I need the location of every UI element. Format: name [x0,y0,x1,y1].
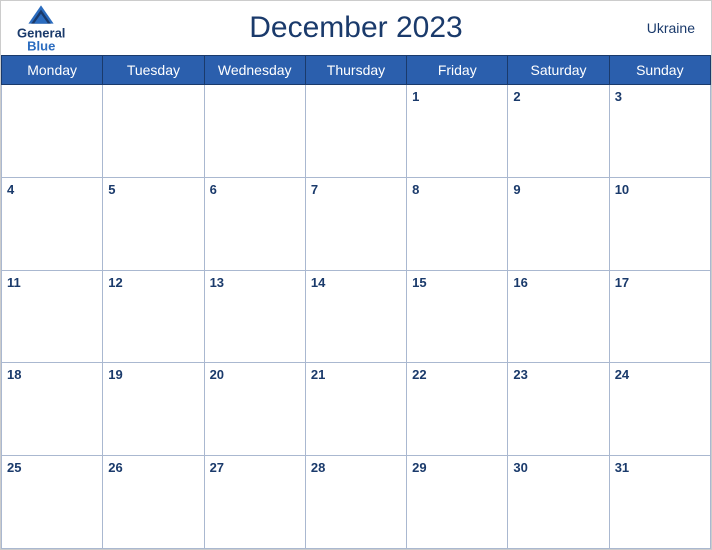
day-number-17: 17 [615,275,629,290]
logo-area: General Blue [17,4,65,53]
cell-week1-day6: 2 [508,85,609,178]
cell-week5-day3: 27 [204,456,305,549]
cell-week3-day7: 17 [609,270,710,363]
cell-week2-day5: 8 [407,177,508,270]
calendar-table: Monday Tuesday Wednesday Thursday Friday… [1,55,711,549]
cell-week3-day4: 14 [305,270,406,363]
cell-week1-day3 [204,85,305,178]
day-number-23: 23 [513,367,527,382]
day-number-16: 16 [513,275,527,290]
day-number-9: 9 [513,182,520,197]
cell-week4-day4: 21 [305,363,406,456]
week-row-5: 25 26 27 28 29 30 31 [2,456,711,549]
calendar-body: 1234567891011121314151617181920212223242… [2,85,711,549]
day-number-12: 12 [108,275,122,290]
cell-week1-day4 [305,85,406,178]
header-friday: Friday [407,56,508,85]
day-number-22: 22 [412,367,426,382]
logo-icon [27,4,55,26]
header-sunday: Sunday [609,56,710,85]
weekday-header-row: Monday Tuesday Wednesday Thursday Friday… [2,56,711,85]
day-number-1: 1 [412,89,419,104]
cell-week1-day2 [103,85,204,178]
cell-week5-day5: 29 [407,456,508,549]
month-title: December 2023 [249,11,462,45]
week-row-1: 1 2 3 [2,85,711,178]
cell-week4-day1: 18 [2,363,103,456]
cell-week5-day6: 30 [508,456,609,549]
week-row-3: 11 12 13 14 15 16 17 [2,270,711,363]
day-number-4: 4 [7,182,14,197]
day-number-7: 7 [311,182,318,197]
cell-week3-day5: 15 [407,270,508,363]
day-number-3: 3 [615,89,622,104]
header-monday: Monday [2,56,103,85]
cell-week1-day7: 3 [609,85,710,178]
cell-week2-day1: 4 [2,177,103,270]
cell-week5-day4: 28 [305,456,406,549]
cell-week3-day1: 11 [2,270,103,363]
cell-week5-day7: 31 [609,456,710,549]
day-number-6: 6 [210,182,217,197]
calendar-wrapper: General Blue December 2023 Ukraine Monda… [0,0,712,550]
cell-week2-day3: 6 [204,177,305,270]
day-number-18: 18 [7,367,21,382]
cell-week1-day5: 1 [407,85,508,178]
header-wednesday: Wednesday [204,56,305,85]
cell-week4-day7: 24 [609,363,710,456]
day-number-13: 13 [210,275,224,290]
day-number-21: 21 [311,367,325,382]
logo-blue-text: Blue [27,40,55,53]
day-number-5: 5 [108,182,115,197]
cell-week3-day6: 16 [508,270,609,363]
cell-week4-day6: 23 [508,363,609,456]
cell-week3-day3: 13 [204,270,305,363]
week-row-2: 4 5 6 7 8 9 10 [2,177,711,270]
day-number-27: 27 [210,460,224,475]
day-number-15: 15 [412,275,426,290]
day-number-2: 2 [513,89,520,104]
day-number-25: 25 [7,460,21,475]
cell-week5-day1: 25 [2,456,103,549]
calendar-header: General Blue December 2023 Ukraine [1,1,711,55]
cell-week2-day2: 5 [103,177,204,270]
cell-week2-day6: 9 [508,177,609,270]
day-number-19: 19 [108,367,122,382]
cell-week2-day7: 10 [609,177,710,270]
cell-week4-day5: 22 [407,363,508,456]
day-number-24: 24 [615,367,629,382]
day-number-26: 26 [108,460,122,475]
cell-week4-day3: 20 [204,363,305,456]
country-label: Ukraine [647,20,695,36]
cell-week2-day4: 7 [305,177,406,270]
cell-week4-day2: 19 [103,363,204,456]
week-row-4: 18 19 20 21 22 23 24 [2,363,711,456]
day-number-30: 30 [513,460,527,475]
header-tuesday: Tuesday [103,56,204,85]
day-number-29: 29 [412,460,426,475]
day-number-10: 10 [615,182,629,197]
day-number-31: 31 [615,460,629,475]
cell-week1-day1 [2,85,103,178]
header-saturday: Saturday [508,56,609,85]
day-number-11: 11 [7,275,21,290]
day-number-20: 20 [210,367,224,382]
day-number-8: 8 [412,182,419,197]
header-thursday: Thursday [305,56,406,85]
cell-week3-day2: 12 [103,270,204,363]
cell-week5-day2: 26 [103,456,204,549]
day-number-28: 28 [311,460,325,475]
day-number-14: 14 [311,275,325,290]
